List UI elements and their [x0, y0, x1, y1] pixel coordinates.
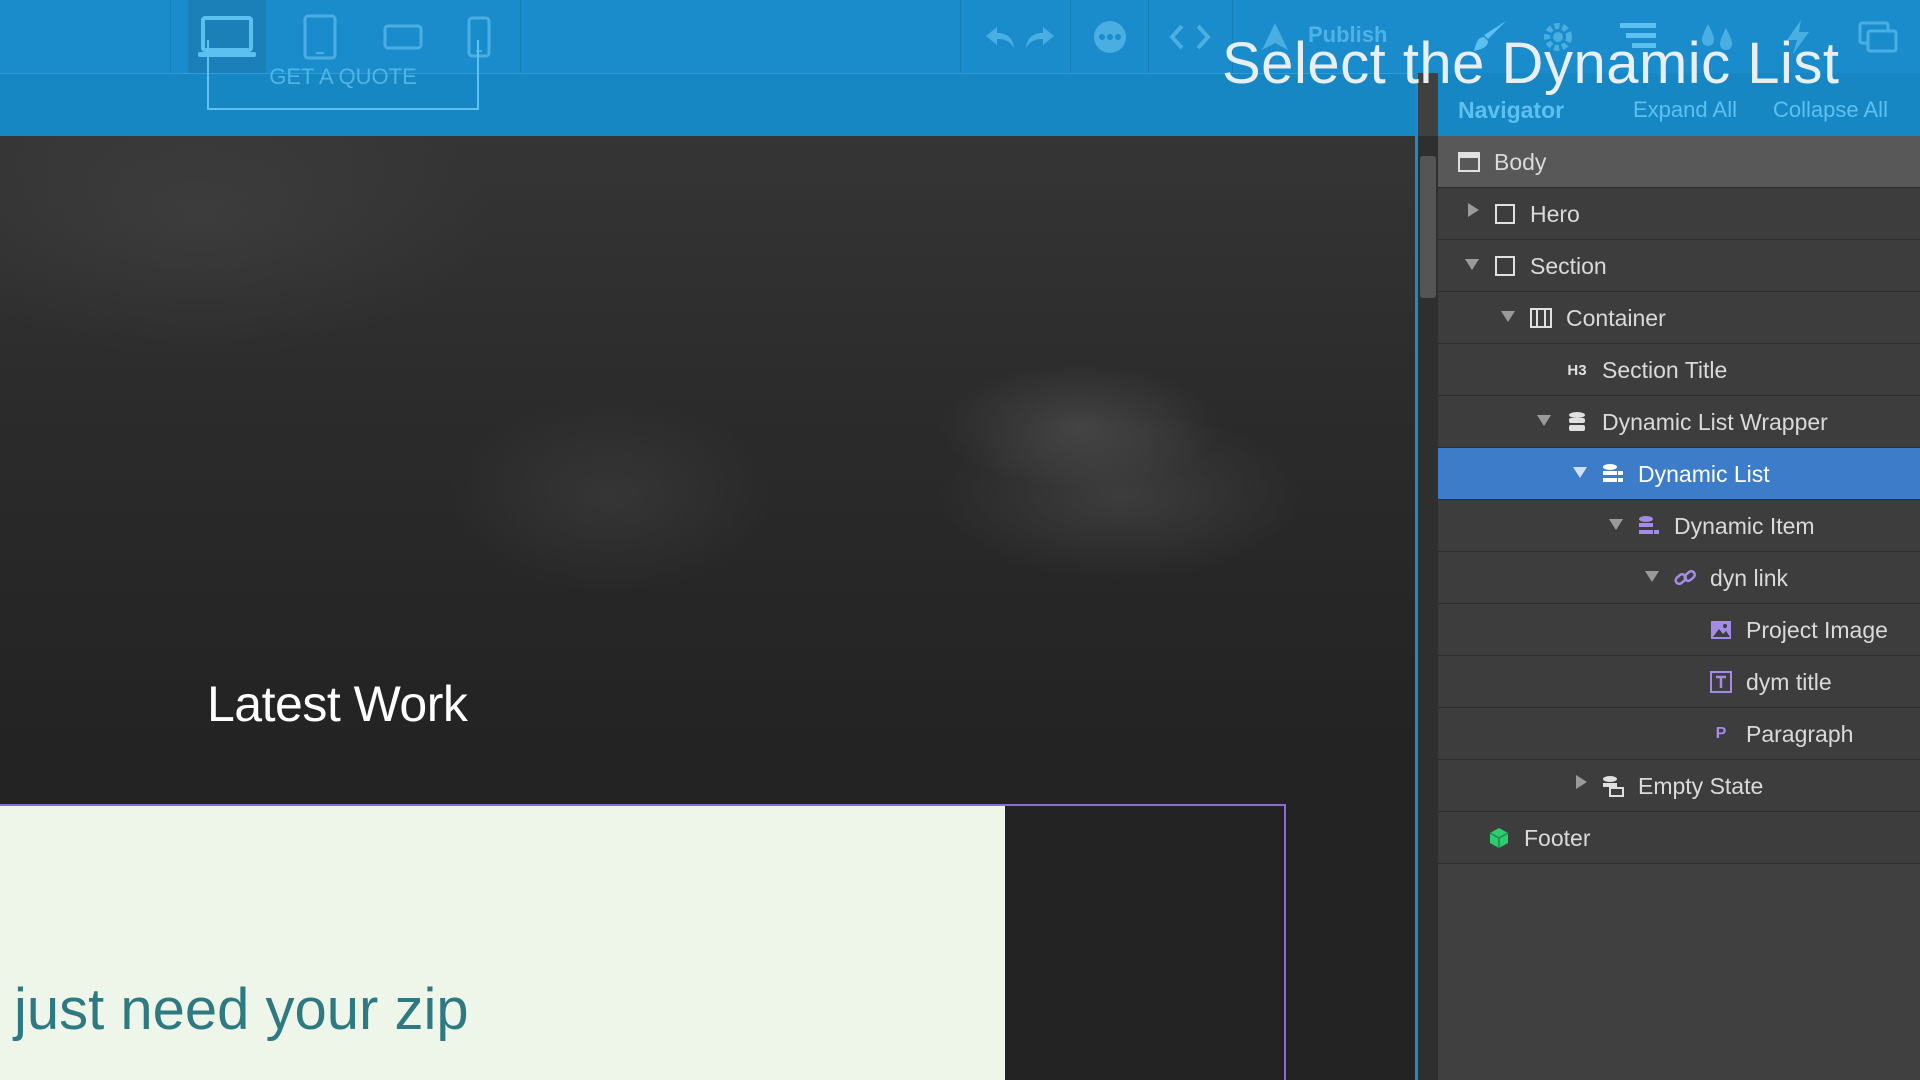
nav-item-label: Container: [1566, 305, 1666, 331]
nav-item-body[interactable]: Body: [1438, 136, 1920, 188]
nav-item-label: dyn link: [1710, 565, 1788, 591]
nav-item-label: Hero: [1530, 201, 1580, 227]
nav-item-dym-title[interactable]: dym title: [1438, 656, 1920, 708]
navigator-title: Navigator: [1458, 97, 1565, 123]
database-icon: [1564, 409, 1590, 435]
hero-background-image: [0, 136, 1415, 746]
symbol-icon: [1486, 825, 1512, 851]
nav-item-footer[interactable]: Footer: [1438, 812, 1920, 864]
nav-item-label: Dynamic List: [1638, 461, 1770, 487]
caret-down-icon[interactable]: [1465, 259, 1479, 270]
redo-button[interactable]: [1015, 0, 1065, 73]
nav-item-label: Empty State: [1638, 773, 1764, 799]
dynamic-list-selection-outline: [0, 804, 1286, 1080]
comments-icon: [1094, 20, 1126, 53]
link-icon: [1672, 565, 1698, 591]
nav-item-dynamic-item[interactable]: Dynamic Item: [1438, 500, 1920, 552]
nav-item-label: Dynamic Item: [1674, 513, 1815, 539]
code-icon: [1169, 24, 1211, 49]
nav-item-label: Section Title: [1602, 357, 1728, 383]
toolbar-separator: [520, 0, 521, 73]
nav-item-paragraph[interactable]: P Paragraph: [1438, 708, 1920, 760]
container-icon: [1528, 305, 1554, 331]
design-canvas[interactable]: Latest Work just need your zip: [0, 0, 1415, 1080]
nav-item-dyn-link[interactable]: dyn link: [1438, 552, 1920, 604]
assets-button[interactable]: [1848, 0, 1908, 73]
image-icon: [1708, 617, 1734, 643]
caret-down-icon[interactable]: [1501, 311, 1515, 322]
caret-right-icon[interactable]: [1468, 203, 1479, 217]
box-icon: [1492, 253, 1518, 279]
toolbar-separator: [960, 0, 961, 73]
box-icon: [1492, 201, 1518, 227]
dynamic-list-icon: [1600, 461, 1626, 487]
nav-item-label: Project Image: [1746, 617, 1888, 643]
empty-state-icon: [1600, 773, 1626, 799]
text-block-icon: [1708, 669, 1734, 695]
redo-icon: [1026, 26, 1054, 48]
caret-down-icon[interactable]: [1645, 571, 1659, 582]
undo-icon: [986, 26, 1014, 48]
toolbar-separator: [170, 0, 171, 73]
nav-item-section-title[interactable]: H3 Section Title: [1438, 344, 1920, 396]
nav-item-label: Footer: [1524, 825, 1591, 851]
nav-item-label: Paragraph: [1746, 721, 1854, 747]
caret-down-icon[interactable]: [1537, 415, 1551, 426]
nav-item-section[interactable]: Section: [1438, 240, 1920, 292]
caret-right-icon[interactable]: [1576, 775, 1587, 789]
caret-down-icon[interactable]: [1573, 467, 1587, 478]
nav-item-label: Section: [1530, 253, 1607, 279]
nav-item-dynamic-list-wrapper[interactable]: Dynamic List Wrapper: [1438, 396, 1920, 448]
nav-item-container[interactable]: Container: [1438, 292, 1920, 344]
paragraph-icon: P: [1715, 725, 1727, 742]
caret-down-icon[interactable]: [1609, 519, 1623, 530]
dynamic-item-icon: [1636, 513, 1662, 539]
nav-item-label: dym title: [1746, 669, 1832, 695]
nav-item-empty-state[interactable]: Empty State: [1438, 760, 1920, 812]
tutorial-overlay-title: Select the Dynamic List: [1222, 31, 1840, 96]
get-quote-button[interactable]: GET A QUOTE: [207, 40, 479, 110]
assets-icon: [1858, 21, 1898, 52]
toolbar-separator: [1070, 0, 1071, 73]
nav-item-label: Dynamic List Wrapper: [1602, 409, 1828, 435]
code-export-button[interactable]: [1160, 0, 1220, 73]
heading-h3-icon: H3: [1567, 361, 1587, 379]
nav-item-hero[interactable]: Hero: [1438, 188, 1920, 240]
nav-item-label: Body: [1494, 149, 1547, 175]
nav-item-dynamic-list[interactable]: Dynamic List: [1438, 448, 1920, 500]
body-icon: [1456, 149, 1482, 175]
toolbar-separator: [1148, 0, 1149, 73]
canvas-scrollbar-thumb[interactable]: [1420, 156, 1436, 298]
section-title[interactable]: Latest Work: [207, 675, 468, 733]
navigator-tree: Body Hero Section Container H3 Section T…: [1438, 136, 1920, 864]
collapse-all-button[interactable]: Collapse All: [1773, 97, 1888, 123]
comments-button[interactable]: [1080, 0, 1140, 73]
expand-all-button[interactable]: Expand All: [1633, 97, 1737, 123]
nav-item-project-image[interactable]: Project Image: [1438, 604, 1920, 656]
